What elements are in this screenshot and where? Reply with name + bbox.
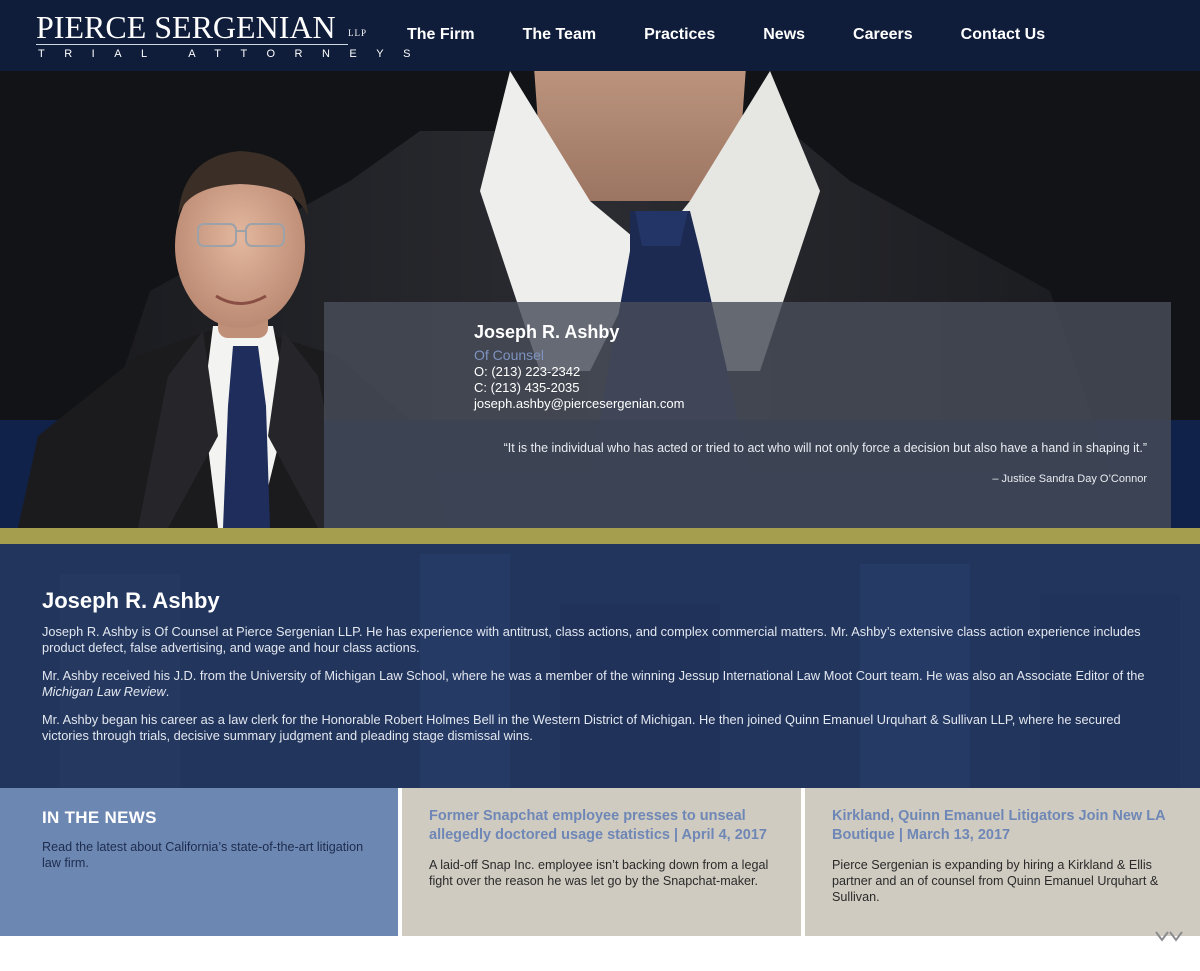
office-phone[interactable]: O: (213) 223-2342 — [474, 364, 580, 379]
bio-p2-publication: Michigan Law Review — [42, 684, 166, 699]
news-intro-text: Read the latest about California’s state… — [42, 840, 364, 870]
nav-practices[interactable]: Practices — [628, 24, 715, 46]
news-headline-link[interactable]: Kirkland, Quinn Emanuel Litigators Join … — [832, 807, 1187, 845]
profile-info-panel: Joseph R. Ashby Of Counsel O: (213) 223-… — [324, 302, 1171, 528]
profile-title: Of Counsel — [474, 347, 545, 363]
bio-paragraph-3: Mr. Ashby began his career as a law cler… — [42, 712, 1121, 743]
bio-paragraph-2: Mr. Ashby received his J.D. from the Uni… — [42, 668, 1162, 700]
bio-heading: Joseph R. Ashby — [42, 588, 220, 613]
news-card[interactable]: Kirkland, Quinn Emanuel Litigators Join … — [805, 788, 1200, 936]
quote-attribution: – Justice Sandra Day O’Connor — [992, 473, 1147, 485]
news-heading: IN THE NEWS — [42, 808, 157, 827]
page-footer-strip — [0, 936, 1200, 971]
logo-llp: LLP — [348, 28, 368, 38]
news-summary: A laid-off Snap Inc. employee isn’t back… — [429, 858, 769, 888]
profile-name: Joseph R. Ashby — [474, 322, 620, 342]
logo-divider — [36, 44, 348, 45]
bio-p2-end: . — [165, 684, 170, 699]
main-nav: The Firm The Team Practices News Careers… — [390, 24, 1077, 46]
bio-p2-text: Mr. Ashby received his J.D. from the Uni… — [42, 668, 1145, 683]
bio-text: Joseph R. Ashby is Of Counsel at Pierce … — [42, 624, 1162, 756]
cell-phone[interactable]: C: (213) 435-2035 — [474, 380, 580, 395]
nav-careers[interactable]: Careers — [837, 24, 913, 46]
firm-logo[interactable]: PIERCE SERGENIAN LLP TRIAL ATTORNEYS — [36, 9, 410, 65]
logo-wordmark: PIERCE SERGENIAN — [36, 9, 336, 45]
nav-the-team[interactable]: The Team — [507, 24, 597, 46]
scroll-chevron-icon[interactable] — [1154, 930, 1184, 942]
nav-news[interactable]: News — [747, 24, 805, 46]
email-link[interactable]: joseph.ashby@piercesergenian.com — [474, 396, 684, 411]
news-section: IN THE NEWS Read the latest about Califo… — [0, 788, 1200, 936]
news-intro: IN THE NEWS Read the latest about Califo… — [0, 788, 398, 936]
bio-paragraph-1: Joseph R. Ashby is Of Counsel at Pierce … — [42, 624, 1141, 655]
news-card[interactable]: Former Snapchat employee presses to unse… — [402, 788, 801, 936]
nav-contact-us[interactable]: Contact Us — [945, 24, 1045, 46]
profile-hero: Joseph R. Ashby Of Counsel O: (213) 223-… — [0, 71, 1200, 528]
profile-quote: “It is the individual who has acted or t… — [503, 441, 1147, 455]
bio-section: Joseph R. Ashby Joseph R. Ashby is Of Co… — [0, 544, 1200, 788]
logo-tagline: TRIAL ATTORNEYS — [38, 48, 430, 60]
news-headline-link[interactable]: Former Snapchat employee presses to unse… — [429, 807, 784, 845]
nav-the-firm[interactable]: The Firm — [390, 24, 475, 46]
site-header: PIERCE SERGENIAN LLP TRIAL ATTORNEYS The… — [0, 0, 1200, 71]
gold-divider — [0, 528, 1200, 544]
news-summary: Pierce Sergenian is expanding by hiring … — [832, 858, 1159, 904]
